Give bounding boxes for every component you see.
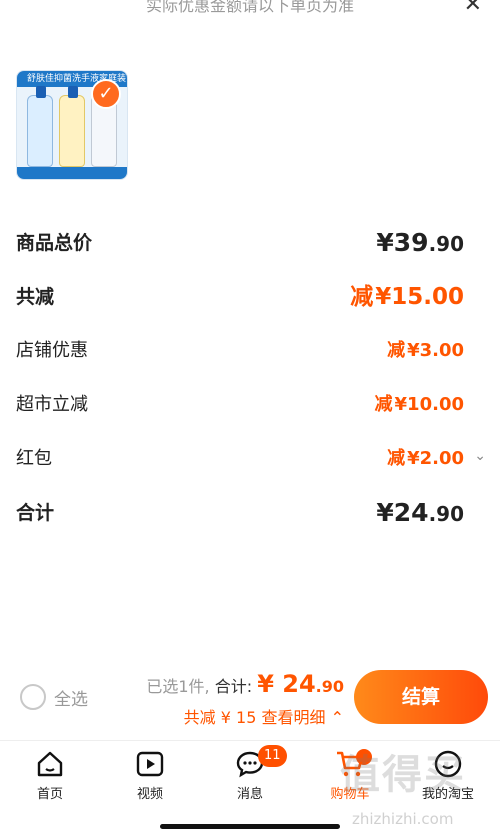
row-grand-total: 合计 ¥24.90 [16,498,486,528]
chevron-up-icon: ⌃ [330,708,344,727]
discount-details-link[interactable]: 共减 ¥ 15 查看明细 ⌃ [184,704,344,728]
home-indicator [160,824,340,829]
row-amount: 减 ¥10.00 [374,394,464,415]
row-label: 共减 [16,286,55,308]
row-label: 商品总价 [16,232,93,254]
product-footer-strip [17,167,127,179]
row-total-price: 商品总价 ¥39.90 [16,228,486,258]
discount-note: 实际优惠金额请以下单页为准 [145,0,354,15]
row-red-packet[interactable]: 红包 减 ¥2.00 ⌄ [16,444,486,474]
row-market-discount: 超市立减 减 ¥10.00 [16,390,486,420]
selected-summary: 已选1件, 合计: ¥ 24.90 [146,670,344,698]
row-total-discount: 共减 减¥15.00 [16,282,486,312]
row-label: 红包 [16,448,52,469]
row-amount: 减¥15.00 [350,284,464,310]
bottle-yellow [59,86,85,167]
close-icon[interactable]: ✕ [464,0,482,17]
message-badge: 11 [258,745,287,767]
chevron-down-icon[interactable]: ⌄ [474,448,486,464]
home-icon [37,751,63,777]
select-all-toggle[interactable]: 全选 [20,684,88,710]
checkout-bar: 全选 已选1件, 合计: ¥ 24.90 共减 ¥ 15 查看明细 ⌃ 结算 [0,660,500,740]
watermark-url: zhizhizhi.com [352,810,454,828]
row-label: 超市立减 [16,394,88,415]
row-amount: 减 ¥2.00 [387,448,464,469]
video-icon [136,751,164,777]
tab-video[interactable]: 视频 [110,749,190,802]
tab-home[interactable]: 首页 [10,749,90,802]
select-all-radio[interactable] [20,684,46,710]
checkmark-icon[interactable]: ✓ [91,79,121,109]
checkout-total: ¥ 24.90 [257,670,344,698]
row-store-discount: 店铺优惠 减 ¥3.00 [16,336,486,366]
row-amount: ¥24.90 [376,498,464,527]
row-label: 合计 [16,502,55,524]
row-amount: ¥39.90 [376,228,464,257]
select-all-label: 全选 [54,689,88,710]
row-label: 店铺优惠 [16,340,88,361]
tab-messages[interactable]: 11 消息 [210,745,290,802]
row-amount: 减 ¥3.00 [387,340,464,361]
bottle-blue [27,86,53,167]
watermark-logo: 值得买 [340,752,466,798]
checkout-button[interactable]: 结算 [354,670,488,724]
